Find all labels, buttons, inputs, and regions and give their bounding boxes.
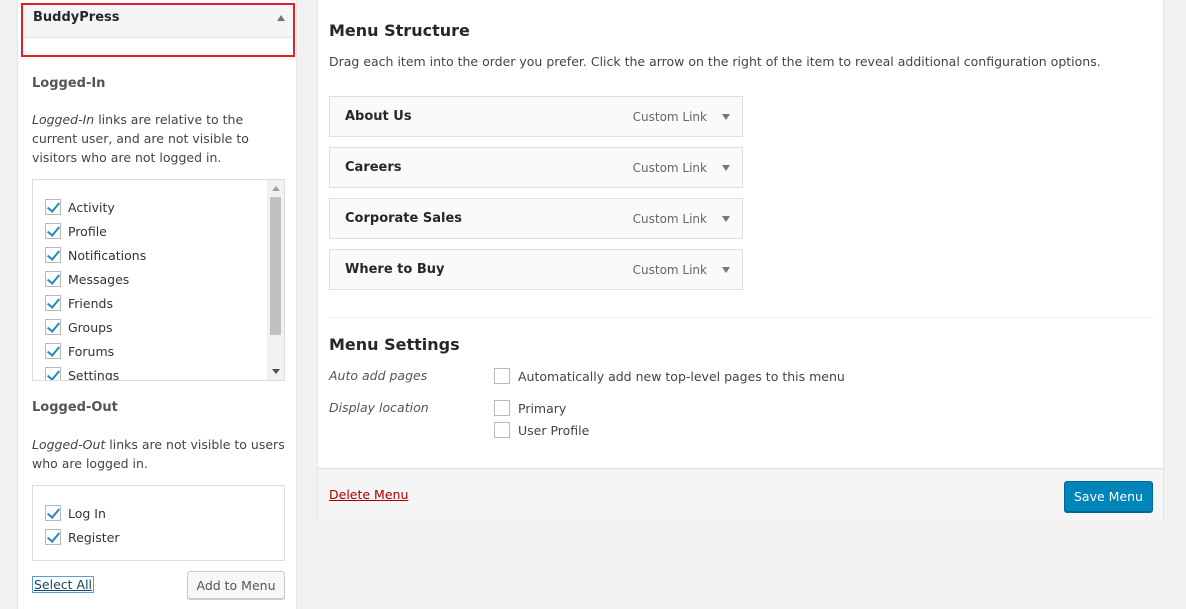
checkbox[interactable] (45, 271, 61, 287)
list-item[interactable]: Messages (45, 269, 129, 289)
buddypress-panel: BuddyPress Logged-In Logged-In links are… (17, 0, 297, 609)
menu-item-type: Custom Link (632, 161, 707, 175)
list-item[interactable]: Groups (45, 317, 113, 337)
divider (329, 317, 1153, 318)
checkbox[interactable] (45, 295, 61, 311)
location-primary[interactable]: Primary (494, 400, 566, 416)
checkbox[interactable] (45, 247, 61, 263)
logged-in-checklist[interactable]: Activity Profile Notifications Messages … (32, 179, 285, 381)
menu-item-type: Custom Link (632, 110, 707, 124)
checkbox[interactable] (45, 505, 61, 521)
checkbox[interactable] (494, 422, 510, 438)
logged-out-title: Logged-Out (32, 400, 118, 415)
expand-arrow-icon[interactable] (722, 165, 730, 171)
checkbox[interactable] (45, 529, 61, 545)
delete-menu-link[interactable]: Delete Menu (329, 487, 408, 502)
expand-arrow-icon[interactable] (722, 114, 730, 120)
menu-item-title: Corporate Sales (345, 211, 463, 226)
menu-item[interactable]: Where to Buy Custom Link (329, 249, 743, 290)
logged-out-description: Logged-Out links are not visible to user… (32, 437, 285, 471)
checkbox[interactable] (494, 400, 510, 416)
checkbox[interactable] (45, 367, 61, 380)
menu-item-type: Custom Link (632, 263, 707, 277)
checkbox[interactable] (45, 199, 61, 215)
select-all-link[interactable]: Select All (32, 576, 95, 593)
list-item[interactable]: Forums (45, 341, 114, 361)
list-item[interactable]: Profile (45, 221, 107, 241)
menu-item-title: Careers (345, 160, 402, 175)
menu-item-title: About Us (345, 109, 412, 124)
list-item[interactable]: Log In (45, 503, 106, 523)
menu-footer: Delete Menu Save Menu (318, 468, 1163, 520)
auto-add-pages-label: Auto add pages (329, 368, 428, 383)
checkbox[interactable] (45, 319, 61, 335)
menu-editor-panel: Menu Structure Drag each item into the o… (317, 0, 1164, 520)
scrollbar[interactable] (267, 180, 284, 380)
save-menu-button[interactable]: Save Menu (1064, 481, 1153, 512)
menu-item[interactable]: About Us Custom Link (329, 96, 743, 137)
menu-item[interactable]: Corporate Sales Custom Link (329, 198, 743, 239)
list-item[interactable]: Notifications (45, 245, 146, 265)
menu-settings-title: Menu Settings (329, 335, 460, 354)
scroll-up-icon[interactable] (272, 186, 280, 191)
add-to-menu-button[interactable]: Add to Menu (187, 571, 285, 599)
display-location-label: Display location (329, 400, 429, 415)
logged-out-checklist[interactable]: Log In Register (32, 485, 285, 561)
checkbox[interactable] (45, 343, 61, 359)
checkbox[interactable] (45, 223, 61, 239)
scroll-down-icon[interactable] (272, 369, 280, 374)
scrollbar-thumb[interactable] (270, 197, 281, 335)
list-item[interactable]: Friends (45, 293, 113, 313)
logged-in-description: Logged-In links are relative to the curr… (32, 112, 249, 165)
location-user-profile[interactable]: User Profile (494, 422, 589, 438)
list-item[interactable]: Settings (45, 365, 119, 380)
logged-in-title: Logged-In (32, 76, 106, 91)
menu-item[interactable]: Careers Custom Link (329, 147, 743, 188)
expand-arrow-icon[interactable] (722, 267, 730, 273)
expand-arrow-icon[interactable] (722, 216, 730, 222)
menu-structure-description: Drag each item into the order you prefer… (329, 54, 1101, 69)
menu-structure-title: Menu Structure (329, 21, 470, 40)
menu-item-title: Where to Buy (345, 262, 445, 277)
checkbox[interactable] (494, 368, 510, 384)
auto-add-option[interactable]: Automatically add new top-level pages to… (494, 368, 845, 384)
menu-item-type: Custom Link (632, 212, 707, 226)
list-item[interactable]: Activity (45, 197, 115, 217)
list-item[interactable]: Register (45, 527, 119, 547)
highlight-annotation (21, 3, 295, 57)
